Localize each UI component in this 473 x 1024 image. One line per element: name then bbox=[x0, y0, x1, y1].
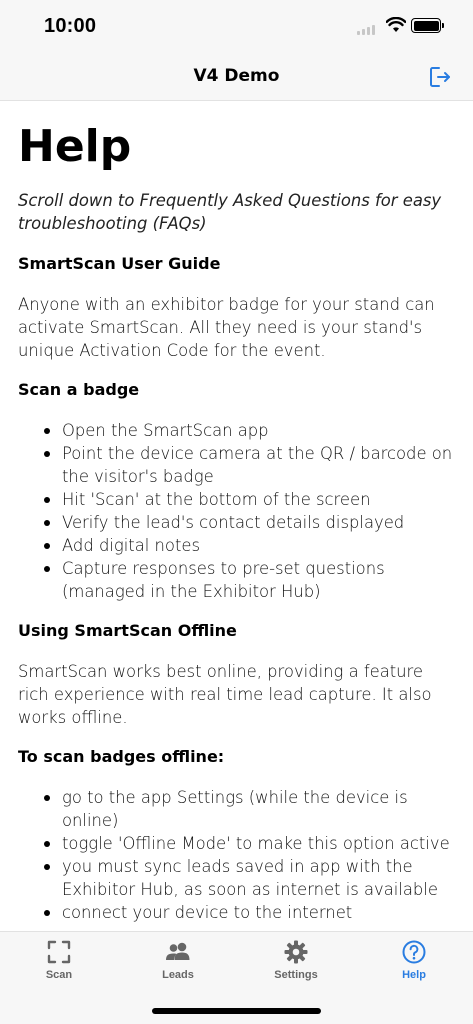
tab-help[interactable]: Help bbox=[374, 939, 454, 981]
list-item: Verify the lead's contact details displa… bbox=[44, 511, 455, 534]
tab-label: Help bbox=[402, 969, 426, 981]
tab-label: Leads bbox=[162, 969, 194, 981]
status-bar: 10:00 bbox=[0, 0, 473, 54]
bullet-list: go to the app Settings (while the device… bbox=[18, 786, 455, 924]
tab-leads[interactable]: Leads bbox=[138, 939, 218, 981]
list-item: Point the device camera at the QR / barc… bbox=[44, 442, 455, 488]
list-item: toggle 'Offline Mode' to make this optio… bbox=[44, 832, 455, 855]
list-item: you must sync leads saved in app with th… bbox=[44, 855, 455, 901]
bullet-list: Open the SmartScan app Point the device … bbox=[18, 419, 455, 603]
list-item: go to the app Settings (while the device… bbox=[44, 786, 455, 832]
question-circle-icon bbox=[402, 940, 426, 964]
section-heading: Using SmartScan Offline bbox=[18, 621, 237, 640]
intro-text: Scroll down to Frequently Asked Question… bbox=[18, 191, 442, 233]
section-heading: Scan a badge bbox=[18, 380, 140, 399]
navigation-bar: V4 Demo bbox=[0, 54, 473, 101]
tab-label: Settings bbox=[274, 969, 318, 981]
nav-title: V4 Demo bbox=[193, 66, 280, 86]
wifi-icon bbox=[386, 17, 406, 32]
scan-icon bbox=[47, 940, 71, 964]
section-heading: SmartScan User Guide bbox=[18, 254, 221, 273]
section-paragraph: Anyone with an exhibitor badge for your … bbox=[18, 295, 435, 360]
battery-icon bbox=[411, 18, 441, 33]
help-content[interactable]: Help Scroll down to Frequently Asked Que… bbox=[0, 101, 473, 931]
list-item: Hit 'Scan' at the bottom of the screen bbox=[44, 488, 455, 511]
tab-scan[interactable]: Scan bbox=[19, 939, 99, 981]
gear-icon bbox=[284, 940, 308, 964]
tab-label: Scan bbox=[45, 969, 73, 981]
people-icon bbox=[166, 942, 190, 960]
list-item: Add digital notes bbox=[44, 534, 455, 557]
logout-icon[interactable] bbox=[427, 64, 453, 90]
tab-settings[interactable]: Settings bbox=[256, 939, 336, 981]
status-time: 10:00 bbox=[44, 15, 97, 37]
page-title: Help bbox=[18, 121, 132, 172]
list-item: connect your device to the internet bbox=[44, 901, 455, 924]
home-indicator bbox=[152, 1008, 321, 1014]
list-item: Capture responses to pre-set questions (… bbox=[44, 557, 455, 603]
section-paragraph: SmartScan works best online, providing a… bbox=[18, 662, 432, 727]
list-item: Open the SmartScan app bbox=[44, 419, 455, 442]
section-heading: To scan badges offline: bbox=[18, 747, 225, 766]
cellular-signal-icon bbox=[357, 25, 375, 35]
